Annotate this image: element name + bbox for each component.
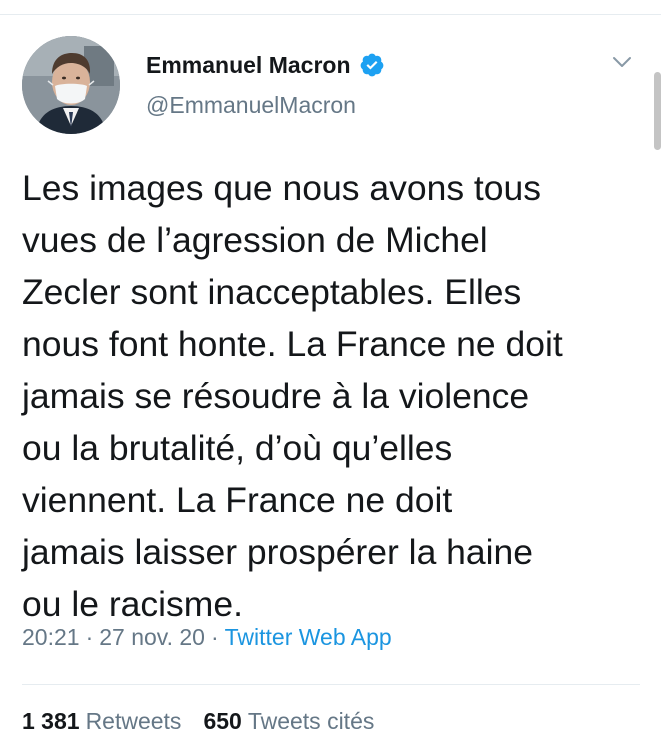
tweet-stats: 1 381 Retweets 650 Tweets cités [22, 708, 374, 735]
author-name-row: Emmanuel Macron [146, 48, 385, 82]
tweet-date[interactable]: 27 nov. 20 [99, 624, 205, 651]
quote-tweets-stat[interactable]: 650 Tweets cités [203, 708, 374, 735]
tweet-text: Les images que nous avons tous vues de l… [22, 168, 563, 624]
profile-photo-icon [22, 36, 120, 134]
meta-separator: · [210, 624, 219, 650]
tweet-source-link[interactable]: Twitter Web App [225, 624, 392, 651]
chevron-down-icon[interactable] [610, 50, 634, 74]
tweet-time[interactable]: 20:21 [22, 624, 80, 651]
scrollbar-thumb[interactable] [654, 72, 661, 150]
stats-divider [22, 684, 640, 685]
quote-tweets-count: 650 [203, 708, 242, 734]
avatar[interactable] [22, 36, 120, 134]
retweets-label: Retweets [85, 708, 182, 734]
author-handle[interactable]: @EmmanuelMacron [146, 92, 356, 119]
top-divider [0, 14, 661, 15]
meta-separator: · [85, 624, 94, 650]
retweets-stat[interactable]: 1 381 Retweets [22, 708, 181, 735]
tweet-meta: 20:21 · 27 nov. 20 · Twitter Web App [22, 624, 392, 651]
retweets-count: 1 381 [22, 708, 80, 734]
author-display-name[interactable]: Emmanuel Macron [146, 52, 351, 79]
verified-badge-icon [359, 52, 385, 78]
quote-tweets-label: Tweets cités [247, 708, 375, 734]
